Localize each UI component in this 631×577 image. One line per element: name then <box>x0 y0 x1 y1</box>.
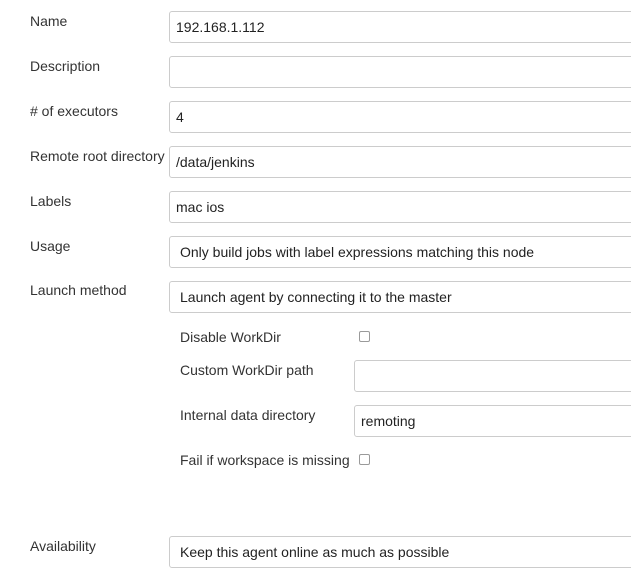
usage-label: Usage <box>30 238 71 254</box>
labels-input[interactable] <box>169 191 631 223</box>
custom-workdir-label: Custom WorkDir path <box>180 362 314 378</box>
fail-if-missing-label: Fail if workspace is missing <box>180 452 350 468</box>
remote-root-input[interactable] <box>169 146 631 178</box>
custom-workdir-input[interactable] <box>354 360 631 392</box>
remote-root-label: Remote root directory <box>30 148 165 164</box>
name-input[interactable] <box>169 11 631 43</box>
labels-label: Labels <box>30 193 72 209</box>
executors-input[interactable] <box>169 101 631 133</box>
launch-method-select[interactable]: Launch agent by connecting it to the mas… <box>169 281 631 313</box>
disable-workdir-label: Disable WorkDir <box>180 329 281 345</box>
internal-data-dir-input[interactable] <box>354 405 631 437</box>
disable-workdir-checkbox[interactable] <box>359 331 370 342</box>
description-input[interactable] <box>169 56 631 88</box>
launch-method-label: Launch method <box>30 282 127 298</box>
description-label: Description <box>30 58 101 74</box>
internal-data-dir-label: Internal data directory <box>180 407 316 423</box>
executors-label: # of executors <box>30 103 118 119</box>
availability-label: Availability <box>30 538 96 554</box>
name-label: Name <box>30 13 68 29</box>
availability-select[interactable]: Keep this agent online as much as possib… <box>169 536 631 568</box>
fail-if-missing-checkbox[interactable] <box>359 454 370 465</box>
usage-select[interactable]: Only build jobs with label expressions m… <box>169 236 631 268</box>
